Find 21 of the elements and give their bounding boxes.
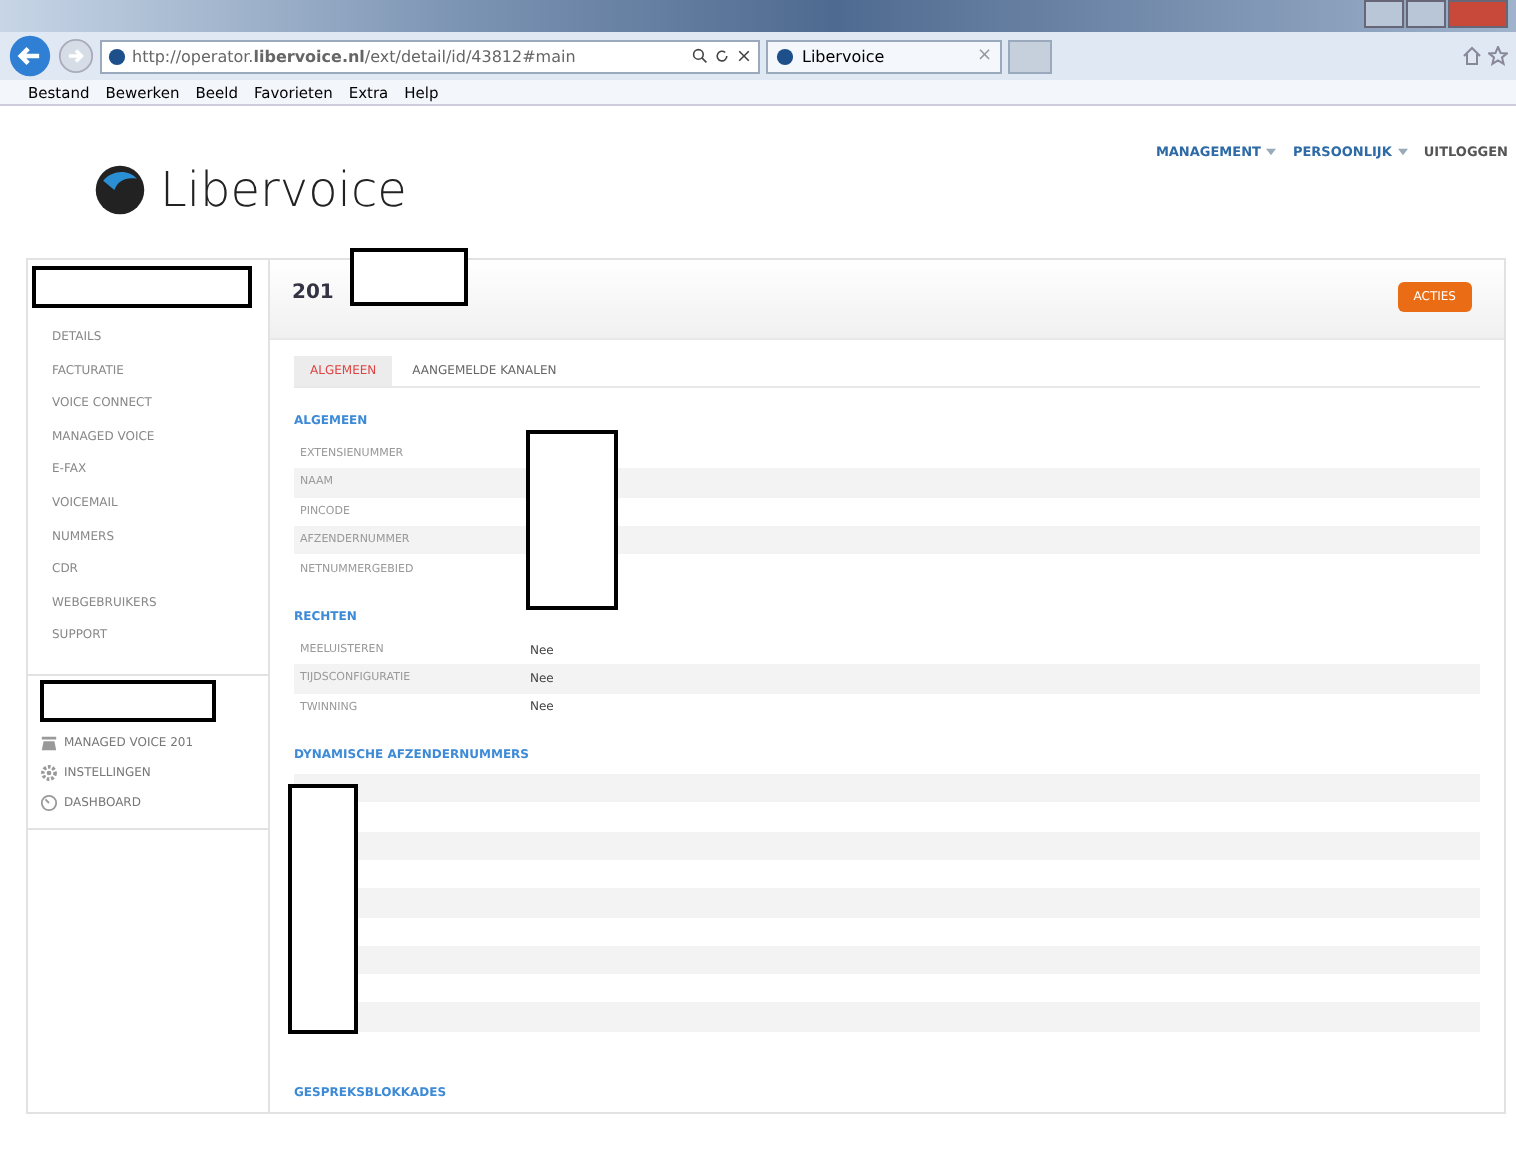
star-icon[interactable]	[1488, 46, 1508, 66]
address-bar[interactable]: http://operator.libervoice.nl/ext/detail/id/43812#main	[100, 39, 760, 73]
tab-title: Libervoice	[802, 47, 887, 65]
gear-icon	[40, 763, 58, 782]
new-tab-button[interactable]	[1008, 39, 1052, 73]
browser-tab[interactable]: Libervoice ×	[766, 39, 1002, 73]
page-title: 201	[292, 282, 334, 304]
logo-text: Libervoice	[160, 162, 407, 218]
stop-icon[interactable]	[736, 48, 752, 64]
dashboard-icon	[40, 793, 58, 812]
logo-icon	[92, 162, 148, 218]
back-button[interactable]	[8, 34, 52, 78]
search-icon[interactable]	[692, 48, 708, 64]
refresh-icon[interactable]	[714, 48, 730, 64]
minimize-button[interactable]	[1364, 0, 1404, 28]
tab-close-button[interactable]: ×	[976, 46, 992, 66]
redaction-box	[349, 248, 468, 306]
forward-button[interactable]	[58, 38, 94, 74]
phone-icon	[40, 733, 58, 752]
maximize-button[interactable]	[1406, 0, 1446, 28]
home-icon[interactable]	[1462, 46, 1482, 66]
